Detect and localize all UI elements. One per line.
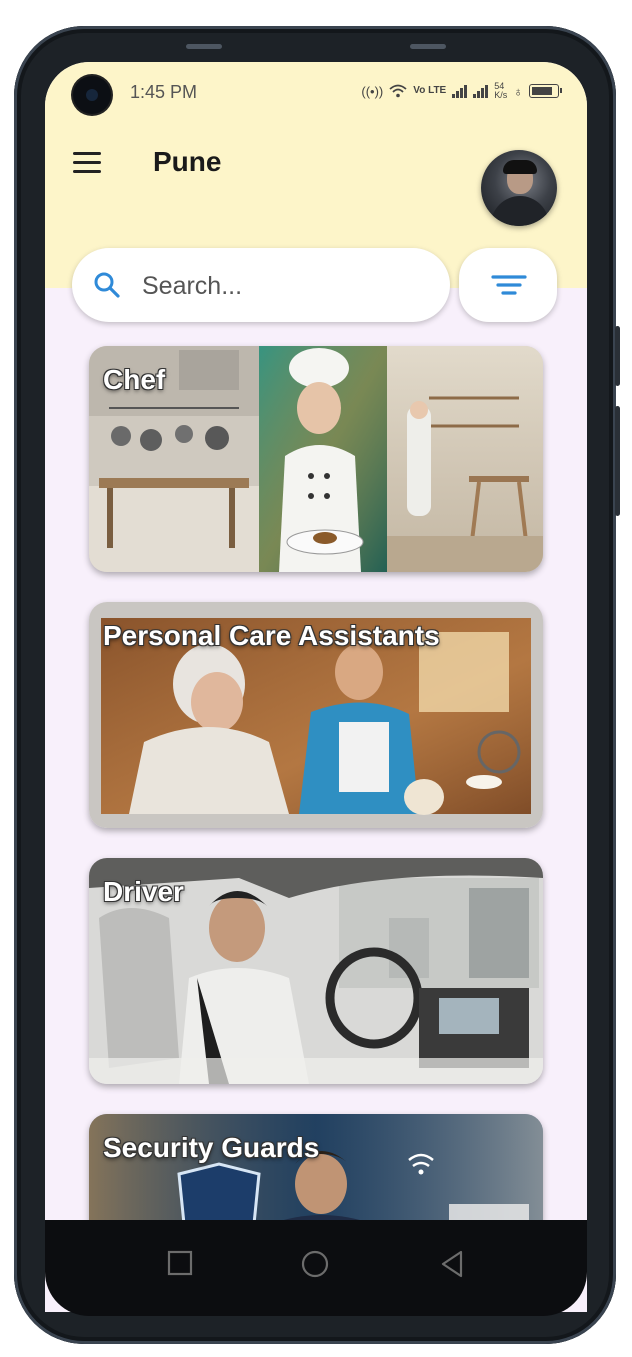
status-time: 1:45 PM	[130, 82, 198, 102]
category-label-security: Security Guards	[103, 1132, 320, 1163]
profile-avatar[interactable]	[481, 150, 557, 226]
speed-unit: K/s	[494, 90, 508, 100]
power-button	[615, 406, 620, 516]
wifi-icon	[389, 84, 407, 98]
alarm-icon: ♁	[513, 83, 523, 99]
battery-icon	[529, 84, 562, 98]
category-label-driver: Driver	[103, 876, 184, 907]
app-screen: 1:45 PM ((•)) Vo LTE 54 K/s ♁ Pune Searc…	[45, 62, 587, 1312]
hamburger-menu-icon[interactable]	[73, 152, 101, 174]
hotspot-icon: ((•))	[361, 83, 384, 99]
circle-home-icon[interactable]	[301, 1250, 329, 1278]
square-recents-icon[interactable]	[167, 1250, 193, 1276]
signal-icon-2	[473, 84, 489, 98]
filter-icon	[491, 275, 527, 295]
category-card-personal-care[interactable]: Personal Care Assistants	[89, 602, 543, 828]
network-label: Vo LTE	[413, 85, 447, 96]
category-label-personal-care: Personal Care Assistants	[103, 620, 440, 651]
triangle-back-icon[interactable]	[439, 1250, 465, 1278]
status-icons: ((•)) Vo LTE 54 K/s ♁	[361, 82, 562, 100]
speed-indicator: 54 K/s	[494, 82, 507, 100]
page-title: Pune	[153, 146, 222, 177]
speaker-grille-left	[186, 44, 222, 49]
search-input[interactable]	[140, 266, 434, 306]
search-icon	[94, 272, 120, 298]
category-card-chef[interactable]: Chef	[89, 346, 543, 572]
system-navigation-bar	[45, 1220, 587, 1316]
front-camera	[73, 76, 111, 114]
signal-icon	[452, 84, 468, 98]
speaker-grille-right	[410, 44, 446, 49]
category-card-driver[interactable]: Driver	[89, 858, 543, 1084]
category-label-chef: Chef	[103, 364, 166, 395]
filter-button[interactable]	[459, 248, 557, 322]
search-bar[interactable]	[72, 248, 450, 322]
volume-button	[615, 326, 620, 386]
